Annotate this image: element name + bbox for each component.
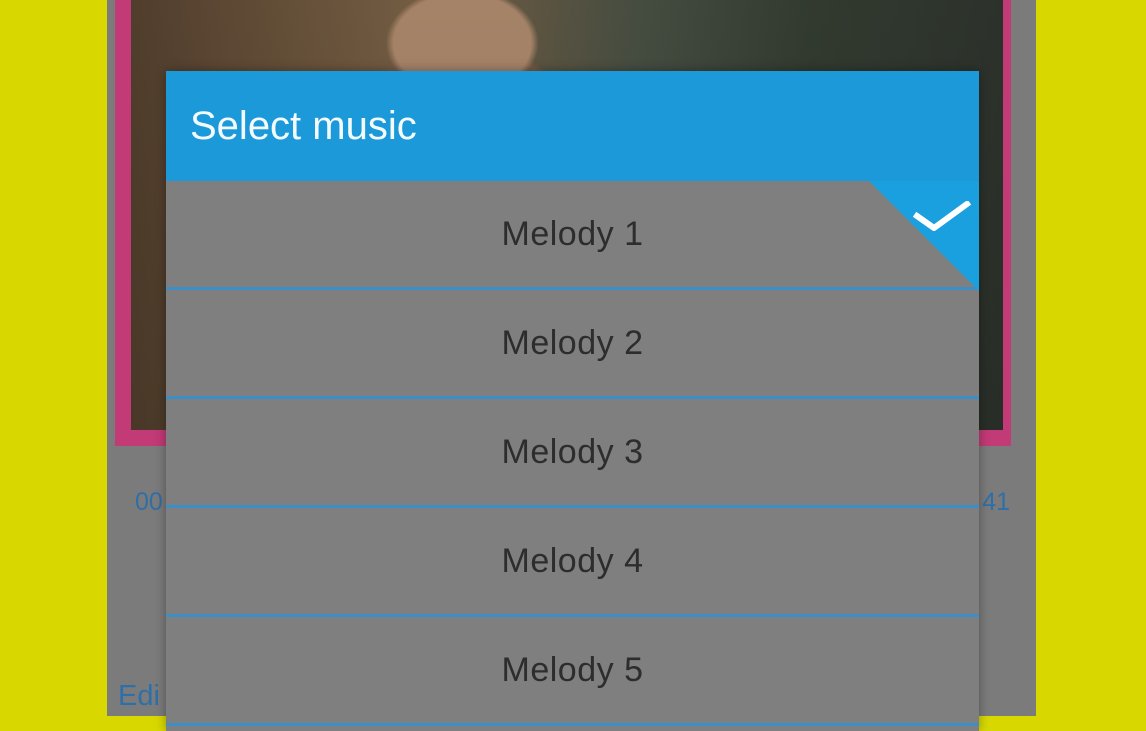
- selected-corner: [869, 181, 979, 291]
- dialog-header: Select music: [166, 71, 979, 181]
- edit-label[interactable]: Edi: [118, 680, 160, 713]
- melody-label: Melody 5: [501, 651, 644, 689]
- melody-list: Melody 1 Melody 2 Melody 3 Melody 4 Melo…: [166, 181, 979, 726]
- melody-label: Melody 2: [501, 324, 644, 362]
- melody-label: Melody 3: [501, 433, 644, 471]
- melody-option-1[interactable]: Melody 1: [166, 181, 979, 291]
- end-time-label: 41: [982, 488, 1010, 516]
- dialog-title: Select music: [190, 104, 417, 148]
- melody-option-5[interactable]: Melody 5: [166, 617, 979, 726]
- start-time-label: 00: [135, 488, 163, 516]
- melody-label: Melody 1: [501, 215, 644, 253]
- melody-option-2[interactable]: Melody 2: [166, 290, 979, 399]
- melody-option-4[interactable]: Melody 4: [166, 508, 979, 617]
- melody-option-3[interactable]: Melody 3: [166, 399, 979, 508]
- melody-label: Melody 4: [501, 542, 644, 580]
- checkmark-icon: [913, 201, 971, 231]
- select-music-dialog: Select music Melody 1 Melody 2 Melody 3 …: [166, 71, 979, 731]
